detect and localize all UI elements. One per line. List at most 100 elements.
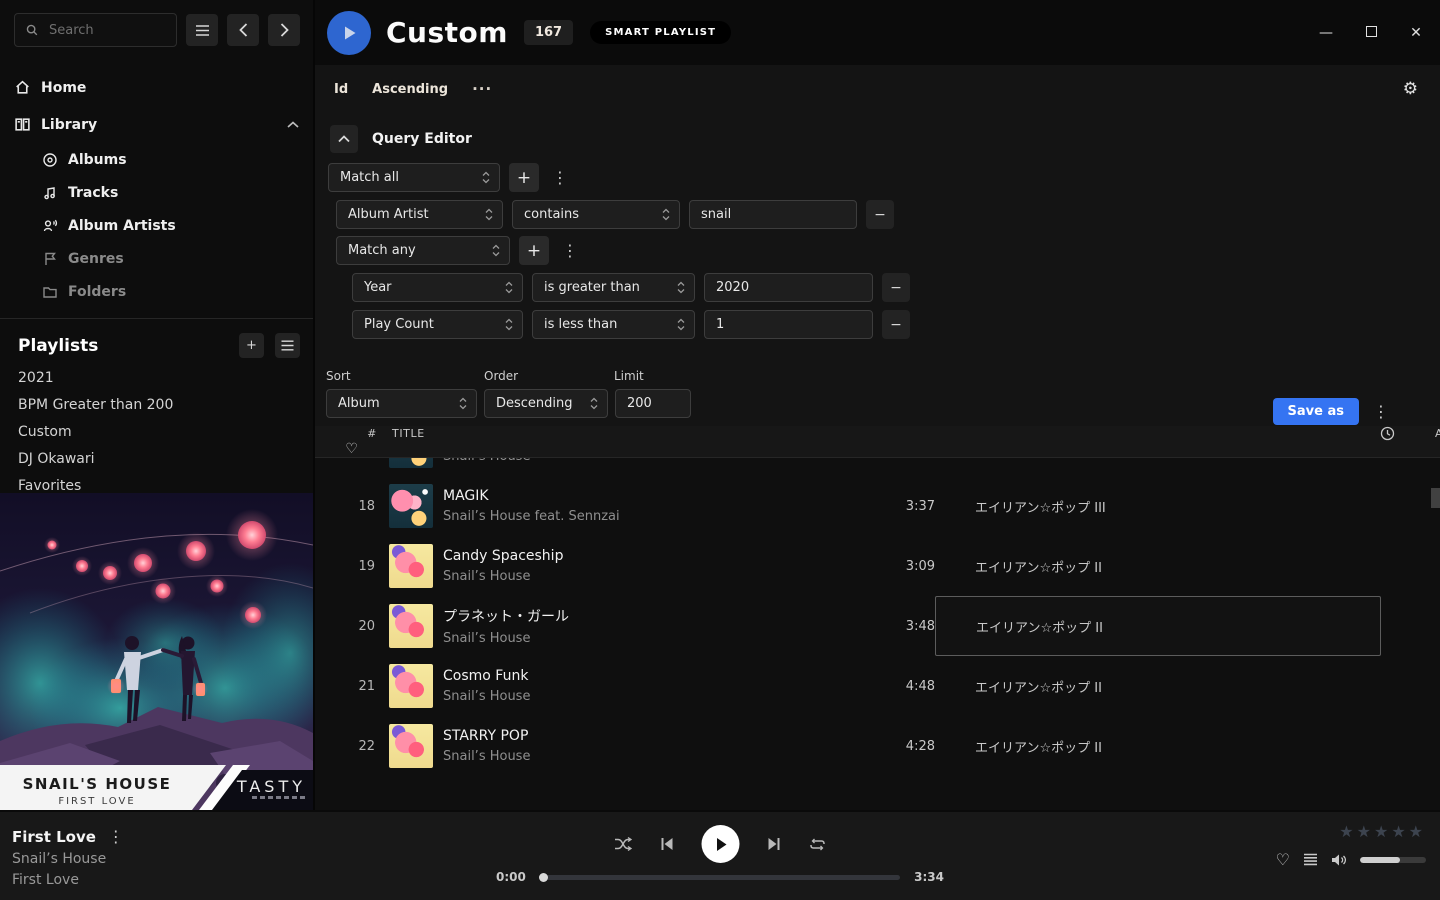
track-title[interactable]: Cosmo Funk — [443, 668, 855, 684]
remove-rule-button[interactable]: − — [866, 200, 894, 229]
shuffle-button[interactable] — [614, 836, 633, 852]
table-row[interactable]: 20 プラネット・ガールSnail’s House 3:48 エイリアン☆ポップ… — [315, 596, 1440, 656]
save-as-button[interactable]: Save as — [1273, 398, 1359, 425]
now-playing-album[interactable]: First Love — [12, 872, 124, 888]
collapse-chevron-icon[interactable] — [287, 121, 299, 129]
now-playing-artist[interactable]: Snail’s House — [12, 851, 124, 867]
track-album[interactable]: エイリアン☆ポップ III — [935, 476, 1395, 536]
track-title[interactable]: MAGIK — [443, 488, 855, 504]
rule-field-select[interactable]: Album Artist — [336, 200, 503, 229]
queue-button[interactable] — [1303, 853, 1318, 866]
track-title[interactable]: Candy Spaceship — [443, 548, 855, 564]
rule-field-select[interactable]: Play Count — [352, 310, 523, 339]
now-playing-title[interactable]: First Love — [12, 828, 96, 846]
sort-direction-button[interactable]: Ascending — [372, 82, 448, 97]
duration-clock-icon[interactable] — [935, 426, 1395, 441]
table-row[interactable]: 22 STARRY POPSnail’s House 4:28 エイリアン☆ポッ… — [315, 716, 1440, 776]
rule-field-select[interactable]: Year — [352, 273, 523, 302]
menu-button[interactable] — [186, 14, 218, 46]
play-button[interactable] — [702, 825, 740, 863]
sort-select[interactable]: Album — [326, 389, 477, 418]
track-table: # TITLE ALBUM ♡ 17 Galactic WhisperSnail… — [315, 426, 1440, 810]
sidebar-item-albums[interactable]: Albums — [42, 143, 313, 176]
rating-stars[interactable]: ★★★★★ — [1266, 822, 1426, 841]
add-playlist-button[interactable]: + — [239, 333, 264, 358]
track-album[interactable]: エイリアン☆ポップ II — [935, 716, 1395, 776]
track-album-focused-cell[interactable]: エイリアン☆ポップ II — [935, 596, 1381, 656]
match-select-group2[interactable]: Match any — [336, 236, 510, 265]
now-playing-artwork[interactable]: SNAIL'S HOUSE FIRST LOVE TASTY — [0, 493, 313, 810]
smart-playlist-badge: SMART PLAYLIST — [590, 21, 731, 44]
add-rule-button-group1[interactable]: + — [509, 163, 539, 192]
add-rule-button-group2[interactable]: + — [519, 236, 549, 265]
rule-operator-select[interactable]: contains — [512, 200, 680, 229]
volume-icon[interactable] — [1331, 853, 1347, 867]
track-index: 20 — [315, 619, 389, 634]
group1-menu-icon[interactable]: ⋮ — [548, 168, 572, 187]
col-title-header[interactable]: TITLE — [389, 427, 855, 440]
cover-label-text: TASTY — [236, 777, 306, 796]
volume-fill — [1360, 857, 1400, 863]
volume-slider[interactable] — [1360, 857, 1426, 863]
playlist-list-button[interactable] — [275, 333, 300, 358]
previous-button[interactable] — [660, 837, 675, 851]
sidebar-item-library[interactable]: Library — [0, 106, 313, 143]
table-row[interactable]: 18 MAGIKSnail’s House feat. Sennzai 3:37… — [315, 476, 1440, 536]
play-playlist-button[interactable] — [327, 11, 371, 55]
group2-menu-icon[interactable]: ⋮ — [558, 241, 582, 260]
playlist-item-dj-okawari[interactable]: DJ Okawari — [0, 445, 313, 472]
sidebar-item-label: Home — [41, 80, 86, 96]
save-menu-icon[interactable]: ⋮ — [1369, 402, 1393, 421]
sidebar-item-genres[interactable]: Genres — [42, 242, 313, 275]
sidebar-item-album-artists[interactable]: Album Artists — [42, 209, 313, 242]
gear-icon[interactable]: ⚙ — [1403, 79, 1418, 99]
track-artist[interactable]: Snail’s House — [443, 689, 855, 704]
track-album[interactable]: エイリアン☆ポップ II — [935, 536, 1395, 596]
track-artist[interactable]: Snail’s House feat. Sennzai — [443, 509, 855, 524]
track-album[interactable]: エイリアン☆ポップ II — [935, 656, 1395, 716]
rule-operator-select[interactable]: is less than — [532, 310, 695, 339]
track-title[interactable]: プラネット・ガール — [443, 606, 855, 626]
sidebar-item-tracks[interactable]: Tracks — [42, 176, 313, 209]
favorite-button[interactable]: ♡ — [1276, 850, 1290, 869]
next-button[interactable] — [767, 837, 782, 851]
playlist-item-custom[interactable]: Custom — [0, 418, 313, 445]
table-row[interactable]: 21 Cosmo FunkSnail’s House 4:48 エイリアン☆ポッ… — [315, 656, 1440, 716]
sidebar-item-home[interactable]: Home — [0, 69, 313, 106]
window-close-button[interactable]: ✕ — [1408, 25, 1424, 41]
search-input[interactable]: Search — [14, 13, 177, 47]
rule-value-input[interactable]: snail — [689, 200, 857, 229]
nav-forward-button[interactable] — [268, 14, 300, 46]
seek-bar[interactable] — [540, 875, 900, 880]
remove-rule-button[interactable]: − — [882, 310, 910, 339]
track-title[interactable]: STARRY POP — [443, 728, 855, 744]
seek-knob[interactable] — [539, 873, 548, 882]
playlist-item-2021[interactable]: 2021 — [0, 364, 313, 391]
playlist-item-bpm[interactable]: BPM Greater than 200 — [0, 391, 313, 418]
rule-value-input[interactable]: 1 — [704, 310, 873, 339]
repeat-button[interactable] — [809, 837, 827, 852]
favorite-column-icon[interactable]: ♡ — [315, 441, 389, 457]
remove-rule-button[interactable]: − — [882, 273, 910, 302]
sort-field-button[interactable]: Id — [334, 82, 348, 97]
track-artist[interactable]: Snail’s House — [443, 749, 855, 764]
order-select[interactable]: Descending — [484, 389, 608, 418]
rule-value-input[interactable]: 2020 — [704, 273, 873, 302]
col-album-header[interactable]: ALBUM — [1395, 427, 1440, 440]
limit-input[interactable]: 200 — [615, 389, 691, 418]
rule-operator-select[interactable]: is greater than — [532, 273, 695, 302]
match-select-group1[interactable]: Match all — [328, 163, 500, 192]
star-icon: ★ — [1374, 822, 1391, 841]
track-artist[interactable]: Snail’s House — [443, 569, 855, 584]
window-minimize-button[interactable]: — — [1318, 25, 1334, 41]
table-row[interactable]: 19 Candy SpaceshipSnail’s House 3:09 エイリ… — [315, 536, 1440, 596]
now-playing-menu-icon[interactable]: ⋮ — [108, 827, 124, 846]
track-artist[interactable]: Snail’s House — [443, 631, 855, 646]
nav-back-button[interactable] — [227, 14, 259, 46]
sidebar-item-folders[interactable]: Folders — [42, 275, 313, 308]
window-maximize-button[interactable] — [1363, 25, 1379, 41]
app-window: Search Ho — [0, 0, 1440, 900]
collapse-query-editor-button[interactable] — [330, 125, 358, 153]
more-options-icon[interactable]: ··· — [472, 80, 492, 98]
col-index-header[interactable]: # — [315, 427, 389, 440]
